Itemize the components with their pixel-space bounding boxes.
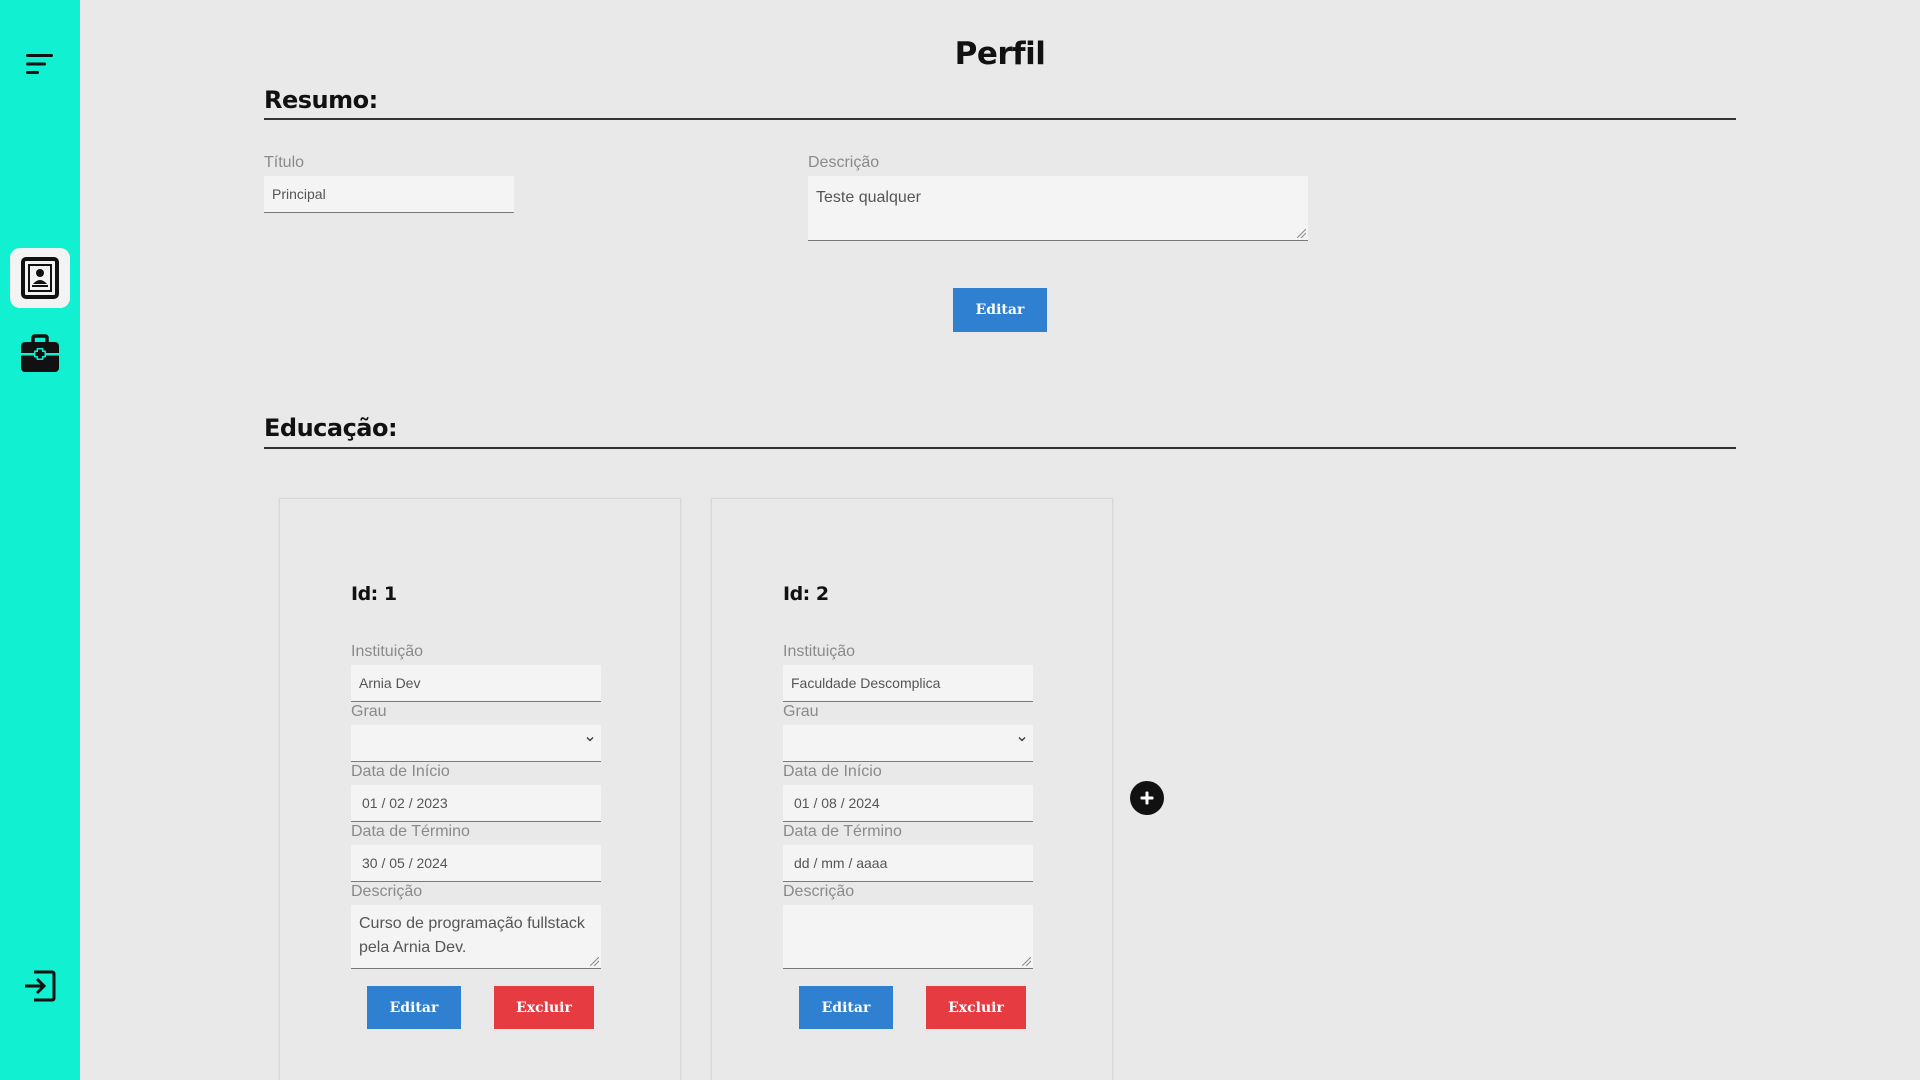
education-divider: [264, 447, 1736, 449]
resize-grip-icon[interactable]: [1022, 957, 1031, 966]
description-text: Curso de programação fullstack pela Arni…: [359, 915, 585, 956]
chevron-down-icon: [1018, 737, 1026, 742]
summary-divider: [264, 118, 1736, 120]
sidebar-item-experience[interactable]: [10, 324, 70, 384]
education-card-id: Id: 1: [351, 583, 397, 605]
degree-select[interactable]: [783, 725, 1033, 762]
sidebar-item-profile[interactable]: [10, 248, 70, 308]
summary-heading: Resumo:: [264, 86, 378, 114]
end-date-label: Data de Término: [783, 823, 902, 840]
add-education-button[interactable]: [1130, 781, 1164, 815]
summary-description-label: Descrição: [808, 154, 880, 171]
start-date-label: Data de Início: [351, 763, 450, 780]
education-heading: Educação:: [264, 414, 398, 442]
logout-icon: [25, 970, 56, 1002]
resize-grip-icon[interactable]: [590, 957, 599, 966]
logout-button[interactable]: [10, 956, 70, 1016]
summary-title-label: Título: [264, 154, 305, 171]
description-label: Descrição: [783, 883, 855, 900]
education-edit-button[interactable]: Editar: [367, 986, 461, 1029]
start-date-label: Data de Início: [783, 763, 882, 780]
description-textarea[interactable]: [783, 905, 1033, 969]
institution-label: Instituição: [783, 643, 856, 660]
education-card-id: Id: 2: [783, 583, 829, 605]
institution-input[interactable]: Faculdade Descomplica: [783, 665, 1033, 702]
chevron-down-icon: [586, 737, 594, 742]
education-delete-button[interactable]: Excluir: [926, 986, 1026, 1029]
education-delete-button[interactable]: Excluir: [494, 986, 594, 1029]
end-date-input[interactable]: 30 / 05 / 2024: [351, 845, 601, 882]
profile-card-icon: [21, 257, 59, 299]
plus-icon: [1140, 791, 1154, 805]
resize-grip-icon[interactable]: [1297, 229, 1306, 238]
page-title: Perfil: [954, 36, 1046, 72]
description-label: Descrição: [351, 883, 423, 900]
degree-label: Grau: [351, 703, 387, 720]
menu-icon: [26, 54, 53, 74]
summary-description-text: Teste qualquer: [816, 189, 921, 206]
education-card: Id: 2 Instituição Faculdade Descomplica …: [711, 498, 1113, 1080]
education-edit-button[interactable]: Editar: [799, 986, 893, 1029]
description-textarea[interactable]: Curso de programação fullstack pela Arni…: [351, 905, 601, 969]
degree-label: Grau: [783, 703, 819, 720]
menu-toggle-button[interactable]: [10, 34, 70, 94]
summary-description-textarea[interactable]: Teste qualquer: [808, 176, 1308, 241]
end-date-label: Data de Término: [351, 823, 470, 840]
briefcase-icon: [21, 334, 59, 372]
institution-label: Instituição: [351, 643, 424, 660]
start-date-input[interactable]: 01 / 08 / 2024: [783, 785, 1033, 822]
sidebar: [0, 0, 80, 1080]
degree-select[interactable]: [351, 725, 601, 762]
institution-input[interactable]: Arnia Dev: [351, 665, 601, 702]
end-date-input[interactable]: dd / mm / aaaa: [783, 845, 1033, 882]
education-card: Id: 1 Instituição Arnia Dev Grau Data de…: [279, 498, 681, 1080]
summary-edit-button[interactable]: Editar: [953, 288, 1047, 332]
summary-title-input[interactable]: Principal: [264, 176, 514, 213]
start-date-input[interactable]: 01 / 02 / 2023: [351, 785, 601, 822]
